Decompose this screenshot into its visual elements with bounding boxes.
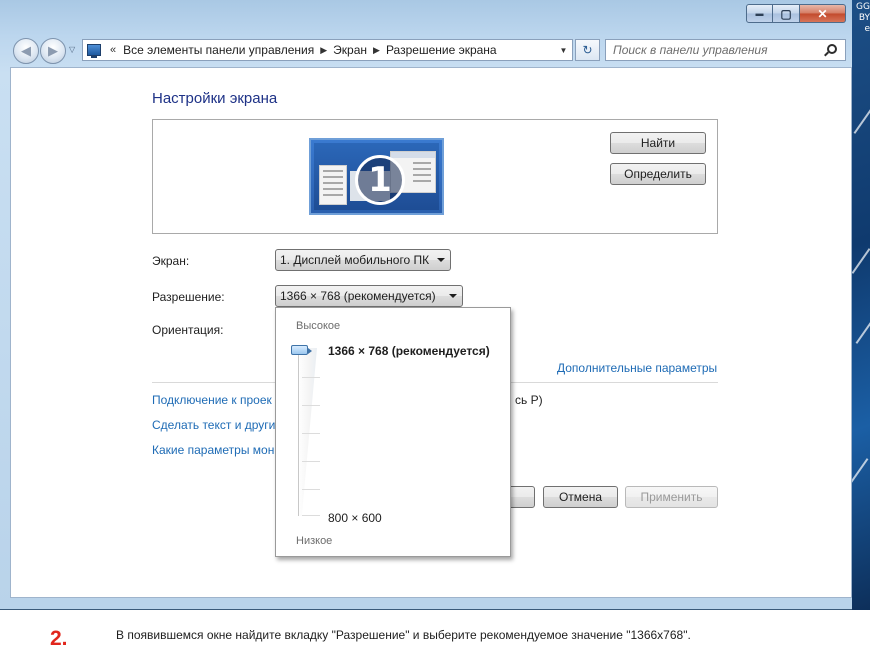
desktop-icon-label: GG BY e <box>856 2 870 34</box>
slider-tick <box>302 515 320 516</box>
refresh-icon: ↻ <box>582 43 593 57</box>
chevron-down-icon <box>437 258 445 262</box>
address-dropdown-button[interactable]: ▼ <box>555 40 572 60</box>
find-button[interactable]: Найти <box>610 132 706 154</box>
screen-label: Экран: <box>152 254 190 268</box>
control-panel-icon <box>87 44 101 58</box>
slider-tick <box>302 377 320 378</box>
preview-window <box>319 165 347 205</box>
monitor-screen-preview: 1 <box>314 143 439 210</box>
arrow-left-icon: ◀ <box>21 43 31 58</box>
refresh-button[interactable]: ↻ <box>575 39 600 61</box>
back-button[interactable]: ◀ <box>13 38 39 64</box>
breadcrumb-separator-icon[interactable]: ▶ <box>320 45 327 56</box>
resolution-slider-thumb[interactable] <box>291 345 312 355</box>
resolution-current-value: 1366 × 768 (рекомендуется) <box>328 344 490 358</box>
identify-button[interactable]: Определить <box>610 163 706 185</box>
maximize-button[interactable]: ▢ <box>773 4 800 23</box>
slider-tick <box>302 433 320 434</box>
window-caption-buttons: ▬ ▢ ✕ <box>746 4 846 23</box>
breadcrumb-item-display[interactable]: Экран <box>333 43 367 57</box>
search-box <box>605 39 846 61</box>
breadcrumb-item-all-items[interactable]: Все элементы панели управления <box>123 43 314 57</box>
close-button[interactable]: ✕ <box>800 4 846 23</box>
chevron-down-icon <box>449 294 457 298</box>
monitor-number-badge: 1 <box>355 155 405 205</box>
resolution-dropdown-popup: Высокое 1366 × 768 (рекомендуется) 800 ×… <box>275 307 511 557</box>
orientation-label: Ориентация: <box>152 323 224 337</box>
resolution-low-label: Низкое <box>296 535 333 547</box>
recent-pages-button[interactable]: ▽ <box>69 45 75 54</box>
breadcrumb-overflow-icon[interactable]: « <box>110 44 116 56</box>
forward-button[interactable]: ▶ <box>40 38 66 64</box>
resolution-high-label: Высокое <box>296 320 341 332</box>
search-input[interactable] <box>613 40 823 60</box>
advanced-settings-link[interactable]: Дополнительные параметры <box>557 361 717 375</box>
connect-projector-hint: сь P) <box>515 393 543 407</box>
minimize-button[interactable]: ▬ <box>746 4 773 23</box>
resolution-select[interactable]: 1366 × 768 (рекомендуется) <box>275 285 463 307</box>
screen-select-value: 1. Дисплей мобильного ПК <box>280 253 430 267</box>
step-number: 2. <box>50 627 68 650</box>
monitor-settings-help-link[interactable]: Какие параметры мон <box>152 443 274 457</box>
arrow-right-icon: ▶ <box>48 43 58 58</box>
instruction-text: В появившемся окне найдите вкладку "Разр… <box>116 628 691 642</box>
resolution-select-value: 1366 × 768 (рекомендуется) <box>280 289 436 303</box>
breadcrumb-item-resolution[interactable]: Разрешение экрана <box>386 43 497 57</box>
slider-tick <box>302 489 320 490</box>
desktop-background <box>852 0 870 610</box>
resolution-slider-rail <box>298 348 299 516</box>
text-size-link[interactable]: Сделать текст и други <box>152 418 275 432</box>
resolution-min-value: 800 × 600 <box>328 511 382 525</box>
page-title: Настройки экрана <box>152 90 278 107</box>
address-bar[interactable]: « Все элементы панели управления ▶ Экран… <box>82 39 573 61</box>
resolution-slider-track[interactable] <box>298 348 317 516</box>
cancel-button[interactable]: Отмена <box>543 486 618 508</box>
search-icon[interactable] <box>827 44 837 54</box>
resolution-label: Разрешение: <box>152 290 225 304</box>
breadcrumb-separator-icon[interactable]: ▶ <box>373 45 380 56</box>
apply-button[interactable]: Применить <box>625 486 718 508</box>
connect-projector-link[interactable]: Подключение к проек <box>152 393 272 407</box>
monitor-thumbnail[interactable]: 1 <box>309 138 444 215</box>
screen-select[interactable]: 1. Дисплей мобильного ПК <box>275 249 451 271</box>
slider-tick <box>302 461 320 462</box>
slider-tick <box>302 405 320 406</box>
